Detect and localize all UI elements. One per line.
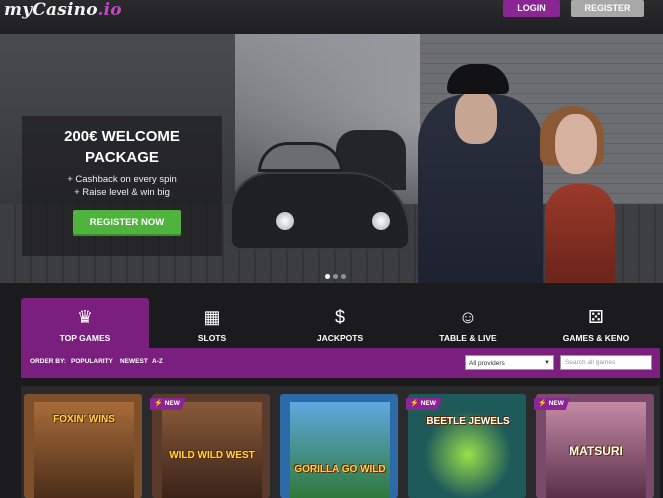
promo-bullet-cashback: + Cashback on every spin — [67, 174, 177, 185]
carousel-dot[interactable] — [341, 274, 346, 279]
promo-title: 200€ WELCOME PACKAGE — [22, 126, 222, 168]
top-bar: myCasino.io LOGIN REGISTER — [0, 0, 663, 34]
tab-label: TABLE & LIVE — [439, 333, 497, 343]
dice-icon: ⚄ — [588, 307, 604, 327]
game-thumbnail: BEETLE JEWELS — [418, 402, 518, 498]
hero-woman — [545, 184, 615, 283]
game-title: MATSURI — [569, 444, 623, 458]
logo-text: myCasino — [4, 0, 98, 20]
new-badge: ⚡ NEW — [534, 398, 570, 410]
game-title: GORILLA GO WILD — [294, 464, 386, 475]
carousel-dot[interactable] — [325, 274, 330, 279]
order-newest[interactable]: NEWEST — [120, 358, 148, 365]
tab-label: GAMES & KENO — [562, 333, 630, 343]
promo-title-line1: 200€ WELCOME — [64, 128, 180, 145]
logo-suffix: .io — [97, 0, 122, 20]
lightning-icon: ⚡ — [538, 400, 547, 407]
game-thumbnail: WILD WILD WEST — [162, 402, 262, 498]
game-title: BEETLE JEWELS — [426, 416, 510, 427]
promo-bullet-level: + Raise level & win big — [74, 187, 170, 198]
lightning-icon: ⚡ — [410, 400, 419, 407]
carousel-dot[interactable] — [333, 274, 338, 279]
provider-select[interactable]: All providers ▼ — [465, 355, 554, 370]
money-bag-icon: $ — [334, 307, 345, 327]
game-thumbnail: GORILLA GO WILD — [290, 402, 390, 498]
new-badge-label: NEW — [420, 400, 436, 407]
dealer-icon: ☺ — [458, 307, 478, 327]
tab-slots[interactable]: ▦ SLOTS — [150, 298, 274, 348]
new-badge: ⚡ NEW — [150, 398, 186, 410]
car-headlight-icon — [276, 212, 294, 230]
register-button[interactable]: REGISTER — [571, 0, 644, 17]
game-title: WILD WILD WEST — [169, 450, 255, 461]
tab-label: TOP GAMES — [59, 333, 111, 343]
search-input[interactable]: Search all games — [560, 355, 652, 370]
tab-table-live[interactable]: ☺ TABLE & LIVE — [404, 298, 532, 348]
game-thumbnail: MATSURI — [546, 402, 646, 498]
tab-label: JACKPOTS — [316, 333, 364, 343]
hero-car — [230, 172, 410, 250]
chevron-down-icon: ▼ — [544, 360, 550, 366]
new-badge-label: NEW — [164, 400, 180, 407]
tab-label: SLOTS — [197, 333, 227, 343]
tab-jackpots[interactable]: $ JACKPOTS — [276, 298, 404, 348]
promo-title-line2: PACKAGE — [85, 149, 159, 166]
site-logo[interactable]: myCasino.io — [4, 0, 122, 20]
hero-car-window — [258, 142, 343, 172]
order-by-label: ORDER BY: — [30, 358, 66, 365]
hero-man-face — [455, 92, 497, 144]
game-tile-foxin-wins[interactable]: FOXIN' WINS — [24, 394, 142, 498]
car-headlight-icon — [372, 212, 390, 230]
game-tile-gorilla-go-wild[interactable]: GORILLA GO WILD — [280, 394, 398, 498]
hero-woman-face — [555, 114, 597, 174]
lightning-icon: ⚡ — [154, 400, 163, 407]
login-button[interactable]: LOGIN — [503, 0, 560, 17]
register-now-button[interactable]: REGISTER NOW — [73, 210, 181, 236]
order-popularity[interactable]: POPULARITY — [71, 358, 113, 365]
tab-games-keno[interactable]: ⚄ GAMES & KENO — [532, 298, 660, 348]
game-title: FOXIN' WINS — [53, 414, 115, 425]
provider-select-value: All providers — [469, 360, 505, 367]
crown-icon: ♛ — [76, 307, 94, 327]
slot-machine-icon: ▦ — [203, 307, 221, 327]
new-badge: ⚡ NEW — [406, 398, 442, 410]
new-badge-label: NEW — [548, 400, 564, 407]
hero-banner[interactable]: 200€ WELCOME PACKAGE + Cashback on every… — [0, 34, 663, 283]
tab-top-games[interactable]: ♛ TOP GAMES — [21, 298, 149, 348]
game-thumbnail: FOXIN' WINS — [34, 402, 134, 498]
carousel-dots — [325, 266, 349, 283]
order-a-z[interactable]: A-Z — [152, 358, 163, 365]
